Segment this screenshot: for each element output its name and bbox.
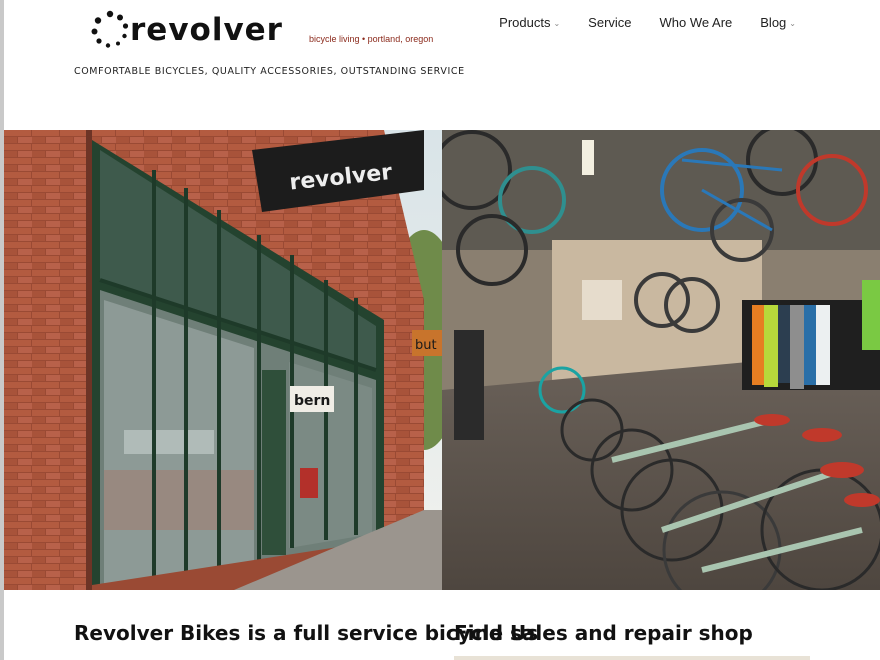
storefront-side-sign-text: but [415,338,437,353]
intro-heading: Revolver Bikes is a full service bicycle… [74,621,753,645]
nav-item-who-we-are[interactable]: Who We Are [646,14,747,32]
site-logo[interactable]: revolver bicycle living • portland, oreg… [90,8,435,50]
find-us-section: Find Us [454,620,814,646]
find-us-heading: Find Us [454,621,539,645]
storefront-photo: revolver bern but [4,130,442,590]
intro-section: Revolver Bikes is a full service bicycle… [74,620,753,646]
logo-wordmark: revolver [130,12,283,48]
site-tagline: COMFORTABLE BICYCLES, QUALITY ACCESSORIE… [74,66,465,77]
nav-item-products[interactable]: Products ⌄ [485,14,574,32]
main-nav: Products ⌄ Service Who We Are Blog ⌄ [485,14,810,32]
nav-item-label: Service [588,15,632,30]
nav-item-blog[interactable]: Blog ⌄ [746,14,810,32]
hero-banner: revolver bern but [4,130,880,590]
logo-tagline-small: bicycle living • portland, oregon [309,34,434,44]
nav-item-label: Who We Are [659,15,733,30]
nav-item-label: Products [499,15,551,30]
chevron-down-icon: ⌄ [553,19,561,28]
site-header: revolver bicycle living • portland, oreg… [0,0,880,130]
storefront-poster-text: bern [294,393,330,409]
nav-item-service[interactable]: Service [574,14,645,32]
chevron-down-icon: ⌄ [789,19,796,28]
location-map[interactable] [454,656,810,660]
logo-ring-icon [91,10,129,48]
shop-interior-photo [442,130,880,590]
nav-item-label: Blog [760,15,787,30]
